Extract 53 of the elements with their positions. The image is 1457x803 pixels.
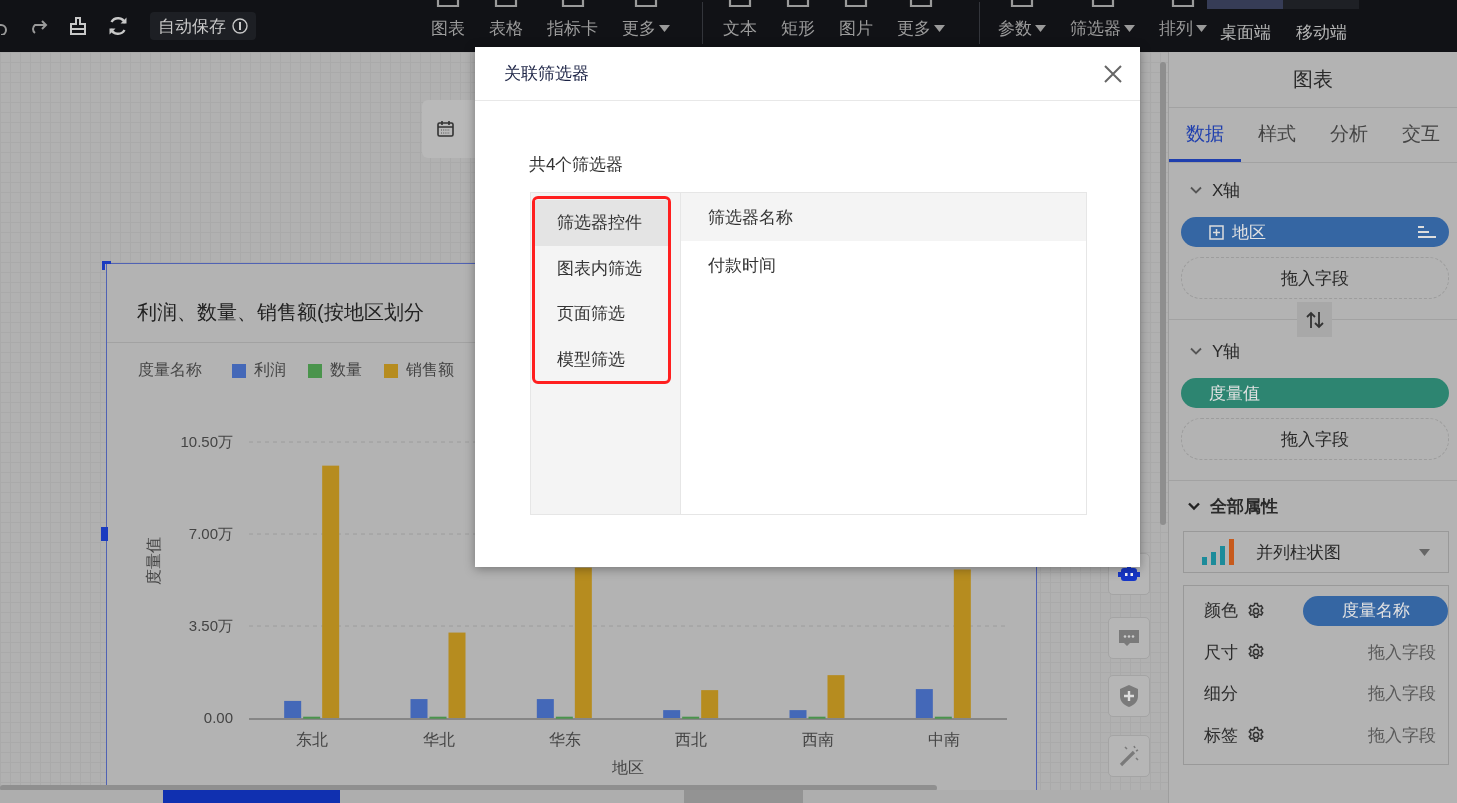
axis-tick-label: 华东 [548,731,581,748]
column-header: 筛选器名称 [681,193,1086,241]
panel-title: 图表 [1169,52,1457,108]
toolbar-button[interactable]: 排列 [1147,0,1207,52]
section-title: X轴 [1212,179,1241,202]
panel-tab[interactable]: 分析 [1313,108,1385,162]
toolbar-button[interactable]: 更多 [610,0,682,52]
toolbar-button[interactable]: 更多 [885,0,957,52]
toolbar-button[interactable]: 参数 [986,0,1058,52]
toolbar-button[interactable]: 图表 [419,0,477,52]
panel-tab[interactable]: 交互 [1385,108,1457,162]
section-title: 全部属性 [1210,495,1278,518]
toolbar-button[interactable]: 筛选器 [1058,0,1147,52]
axis-tick-label: 西北 [675,731,708,748]
table-cell-text: 付款时间 [707,254,777,277]
chart-title: 利润、数量、销售额(按地区划分 [137,300,424,325]
toolbar-button[interactable]: 图片 [827,0,885,52]
axis-title: 度量值 [145,537,162,585]
category-item[interactable]: 页面筛选 [535,291,668,337]
toolbar-button[interactable]: 文本 [711,0,769,52]
category-item[interactable]: 图表内筛选 [535,245,668,291]
toolbar-button[interactable]: 表格 [477,0,535,52]
axis-tick-label: 3.50万 [188,617,233,634]
property-label: 标签 [1204,724,1238,747]
autosave-toggle[interactable]: 自动保存 [150,12,256,40]
property-label: 尺寸 [1204,641,1238,664]
legend-label[interactable]: 数量 [330,360,362,381]
legend-label[interactable]: 销售额 [406,360,454,381]
axis-tick-label: 东北 [296,731,329,748]
panel-tab[interactable]: 数据 [1169,108,1241,162]
field-pill[interactable]: 度量名称 [1303,595,1448,626]
dialog-title: 关联筛选器 [504,63,590,85]
axis-tick-label: 10.50万 [180,433,233,450]
property-label: 细分 [1204,683,1238,706]
axis-tick-label: 华北 [422,731,455,748]
legend-label[interactable]: 利润 [254,360,286,381]
category-item[interactable]: 模型筛选 [535,336,668,381]
property-label: 颜色 [1204,600,1238,623]
section-title: Y轴 [1212,340,1241,363]
chart-type-select[interactable]: 并列柱状图 [1183,531,1449,573]
toolbar-button[interactable]: 矩形 [769,0,827,52]
axis-tick-label: 中南 [927,731,960,748]
axis-tick-label: 西南 [801,731,834,748]
field-pill[interactable]: 地区 [1181,217,1449,247]
axis-tick-label: 7.00万 [188,525,233,542]
legend-title: 度量名称 [138,360,202,380]
toolbar-button[interactable]: 指标卡 [535,0,610,52]
axis-tick-label: 0.00 [203,709,233,726]
category-item[interactable]: 筛选器控件 [535,200,668,246]
axis-title: 地区 [612,759,644,776]
panel-tab[interactable]: 样式 [1241,108,1313,162]
filter-count: 共4个筛选器 [529,154,625,176]
field-pill[interactable]: 度量值 [1181,378,1449,408]
